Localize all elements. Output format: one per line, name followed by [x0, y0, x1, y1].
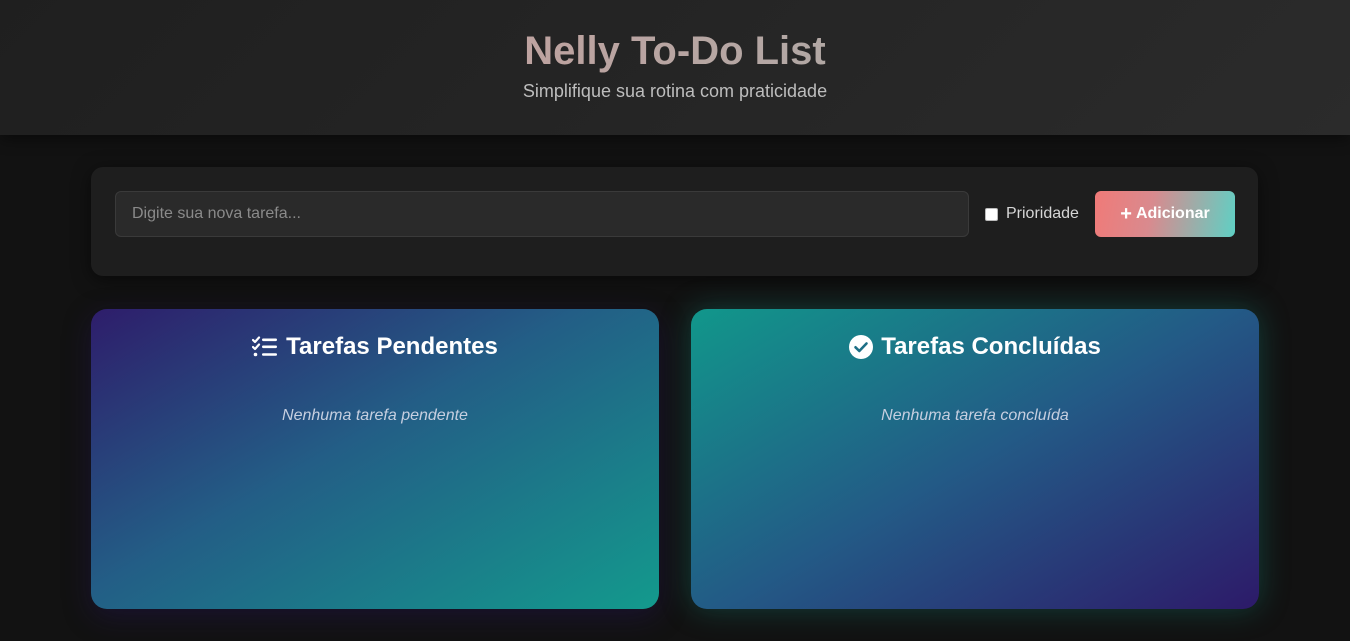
task-input[interactable] [115, 191, 969, 237]
completed-panel-header: Tarefas Concluídas [691, 331, 1259, 363]
priority-checkbox[interactable] [985, 207, 998, 221]
completed-panel-title: Tarefas Concluídas [881, 333, 1101, 360]
app-header: Nelly To-Do List Simplifique sua rotina … [0, 0, 1350, 135]
completed-tasks-panel: Tarefas Concluídas Nenhuma tarefa conclu… [691, 309, 1259, 609]
pending-panel-title: Tarefas Pendentes [286, 333, 498, 360]
new-task-form: Prioridade + Adicionar [91, 167, 1258, 276]
pending-tasks-panel: Tarefas Pendentes Nenhuma tarefa pendent… [91, 309, 659, 609]
completed-empty-message: Nenhuma tarefa concluída [881, 407, 1069, 424]
app-title: Nelly To-Do List [0, 28, 1350, 74]
priority-label: Prioridade [1006, 205, 1079, 222]
pending-empty-message: Nenhuma tarefa pendente [282, 407, 468, 424]
app-subtitle: Simplifique sua rotina com praticidade [522, 81, 828, 101]
add-task-button[interactable]: + Adicionar [1095, 191, 1235, 237]
priority-toggle[interactable]: Prioridade [985, 203, 1079, 225]
add-task-label: Adicionar [1135, 205, 1210, 222]
pending-panel-header: Tarefas Pendentes [91, 331, 659, 363]
plus-icon: + [1120, 203, 1132, 225]
circle-check-icon [849, 335, 874, 359]
list-check-icon [252, 336, 278, 358]
